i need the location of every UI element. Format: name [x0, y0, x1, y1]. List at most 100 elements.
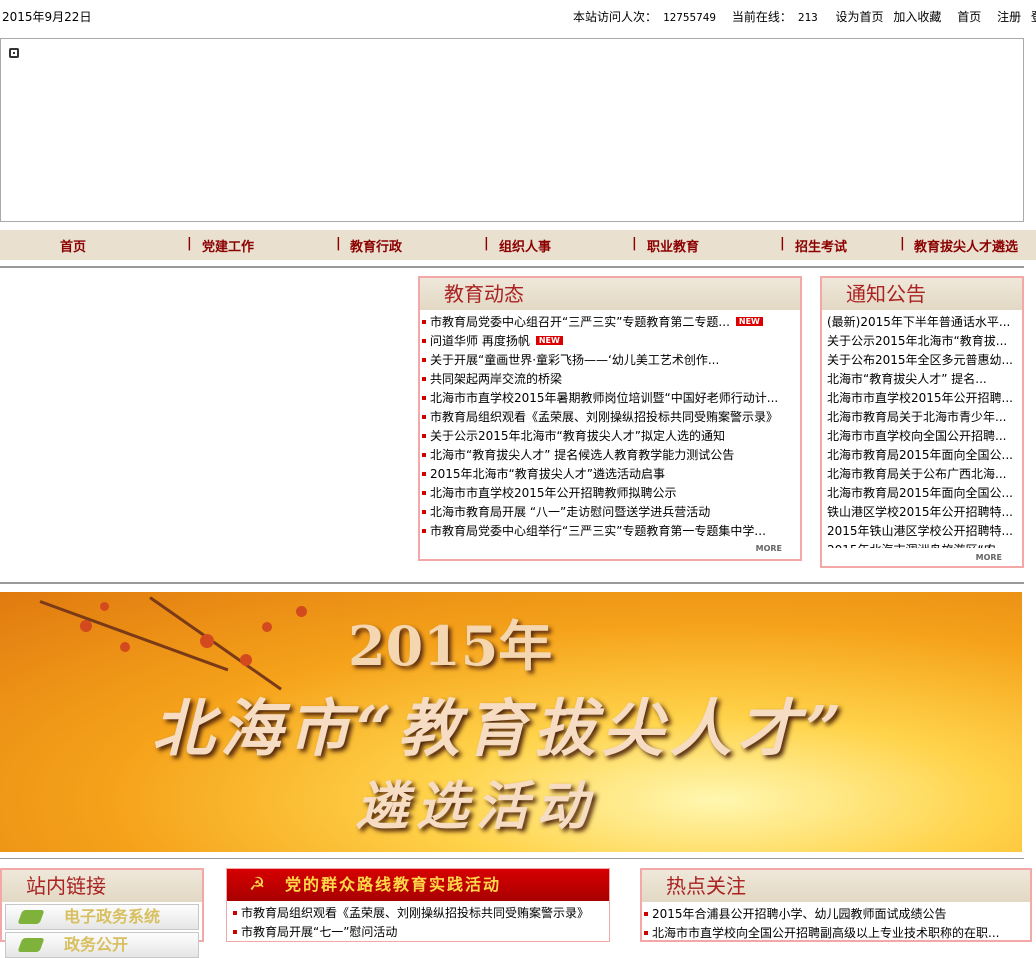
- list-item[interactable]: 北海市教育局开展 “八一”走访慰问暨送学进兵营活动: [422, 503, 800, 522]
- nav-party[interactable]: 党建工作: [202, 236, 254, 255]
- talent-banner[interactable]: 2015年 北海市“教育拔尖人才” 遴选活动: [0, 592, 1022, 852]
- list-item-text: (最新)2015年下半年普通话水平...: [827, 315, 1011, 329]
- divider: [0, 266, 1024, 268]
- nav-separator: |: [484, 236, 489, 251]
- bullet-icon: [422, 509, 426, 514]
- new-badge: NEW: [735, 317, 763, 326]
- list-item[interactable]: 铁山港区学校2015年公开招聘特...: [827, 503, 1022, 522]
- list-item-text: 北海市市直学校2015年公开招聘教师拟聘公示: [430, 486, 677, 500]
- hot-panel: 热点关注 2015年合浦县公开招聘小学、幼儿园教师面试成绩公告 北海市市直学校向全…: [640, 868, 1032, 942]
- list-item[interactable]: 市教育局组织观看《孟荣展、刘刚操纵招投标共同受贿案警示录》: [233, 904, 609, 923]
- bullet-icon: [422, 471, 426, 476]
- bullet-icon: [422, 395, 426, 400]
- list-item[interactable]: 北海市市直学校向全国公开招聘副高级以上专业技术职称的在职...: [644, 924, 1030, 943]
- list-item-text: 市教育局组织观看《孟荣展、刘刚操纵招投标共同受贿案警示录》: [241, 906, 590, 920]
- list-item-text: 市教育局组织观看《孟荣展、刘刚操纵招投标共同受贿案警示录》: [430, 410, 779, 424]
- nav-exam[interactable]: 招生考试: [795, 236, 847, 255]
- egov-button[interactable]: 电子政务系统: [5, 904, 199, 930]
- set-home-link[interactable]: 设为首页: [836, 10, 884, 24]
- list-item[interactable]: 北海市教育局关于北海市青少年...: [827, 408, 1022, 427]
- list-item-text: 关于公布2015年全区多元普惠幼...: [827, 353, 1013, 367]
- list-item[interactable]: 关于开展“童画世界·童彩飞扬——‘幼儿美工艺术创作...: [422, 351, 800, 370]
- gov-open-icon: [17, 938, 45, 952]
- online-label: 当前在线： 213: [732, 10, 824, 24]
- add-favorite-link[interactable]: 加入收藏: [893, 10, 941, 24]
- news-more-link[interactable]: MORE: [756, 544, 782, 553]
- divider: [0, 858, 1024, 859]
- visits-count: 12755749: [663, 11, 716, 24]
- list-item[interactable]: 共同架起两岸交流的桥梁: [422, 370, 800, 389]
- register-link[interactable]: 注册: [997, 10, 1021, 24]
- list-item[interactable]: 市教育局开展“七一”慰问活动: [233, 923, 609, 942]
- bullet-icon: [422, 414, 426, 419]
- news-list: 市教育局党委中心组召开“三严三实”专题教育第二专题... NEW 问道华师 再度扬帆…: [420, 310, 800, 541]
- list-item-text: 北海市市直学校2015年暑期教师岗位培训暨“中国好老师行动计...: [430, 391, 779, 405]
- list-item-text: 北海市市直学校2015年公开招聘...: [827, 391, 1013, 405]
- list-item[interactable]: 北海市市直学校向全国公开招聘...: [827, 427, 1022, 446]
- bullet-icon: [233, 910, 237, 915]
- blossom-decoration: [262, 622, 272, 632]
- news-panel: 教育动态 市教育局党委中心组召开“三严三实”专题教育第二专题... NEW 问道华师…: [418, 276, 802, 561]
- list-item[interactable]: (最新)2015年下半年普通话水平...: [827, 313, 1022, 332]
- bullet-icon: [422, 528, 426, 533]
- list-item[interactable]: 北海市“教育拔尖人才” 提名候选人教育教学能力测试公告: [422, 446, 800, 465]
- list-item[interactable]: 2015年北海市“教育拔尖人才”遴选活动启事: [422, 465, 800, 484]
- bullet-icon: [644, 911, 648, 916]
- list-item[interactable]: 北海市市直学校2015年暑期教师岗位培训暨“中国好老师行动计...: [422, 389, 800, 408]
- list-item-text: 北海市教育局关于公布广西北海...: [827, 467, 1007, 481]
- login-link[interactable]: 登录: [1031, 10, 1036, 24]
- list-item-text: 市教育局开展“七一”慰问活动: [241, 925, 398, 939]
- online-count: 213: [797, 11, 818, 24]
- links-title: 站内链接: [2, 870, 202, 902]
- list-item[interactable]: 关于公示2015年北海市“教育拔...: [827, 332, 1022, 351]
- visits-label: 本站访问人次： 12755749: [573, 10, 722, 24]
- party-title-text: 党的群众路线教育实践活动: [285, 875, 502, 894]
- list-item[interactable]: 关于公示2015年北海市“教育拔尖人才”拟定人选的通知: [422, 427, 800, 446]
- nav-personnel[interactable]: 组织人事: [499, 236, 551, 255]
- list-item[interactable]: 问道华师 再度扬帆 NEW: [422, 332, 800, 351]
- top-bar: 本站访问人次： 12755749 当前在线： 213 设为首页 加入收藏 首页 注册…: [573, 8, 1036, 25]
- list-item[interactable]: 北海市教育局2015年面向全国公...: [827, 484, 1022, 503]
- banner-line1: 北海市“教育拔尖人才”: [152, 692, 848, 765]
- egov-icon: [17, 910, 45, 924]
- nav-separator: |: [780, 236, 785, 251]
- nav-separator: |: [632, 236, 637, 251]
- list-item[interactable]: 市教育局党委中心组召开“三严三实”专题教育第二专题... NEW: [422, 313, 800, 332]
- list-item[interactable]: 2015年铁山港区学校公开招聘特...: [827, 522, 1022, 541]
- list-item[interactable]: 北海市教育局2015年面向全国公...: [827, 446, 1022, 465]
- banner-line2: 遴选活动: [356, 776, 597, 837]
- blossom-decoration: [200, 634, 214, 648]
- nav-talent[interactable]: 教育拔尖人才遴选: [914, 236, 1018, 255]
- list-item[interactable]: 市教育局组织观看《孟荣展、刘刚操纵招投标共同受贿案警示录》: [422, 408, 800, 427]
- list-item-text: 北海市市直学校向全国公开招聘副高级以上专业技术职称的在职...: [652, 926, 1000, 940]
- list-item[interactable]: 关于公布2015年全区多元普惠幼...: [827, 351, 1022, 370]
- gov-open-button[interactable]: 政务公开: [5, 932, 199, 958]
- list-item[interactable]: 北海市“教育拔尖人才” 提名...: [827, 370, 1022, 389]
- bullet-icon: [644, 930, 648, 935]
- list-item[interactable]: 北海市市直学校2015年公开招聘...: [827, 389, 1022, 408]
- nav-admin[interactable]: 教育行政: [350, 236, 402, 255]
- list-item-text: 市教育局党委中心组召开“三严三实”专题教育第二专题...: [430, 315, 730, 329]
- flash-area: [0, 38, 1024, 222]
- blossom-decoration: [296, 606, 307, 617]
- list-item[interactable]: 2015年北海市涠洲岛旅游区“农...: [827, 541, 1022, 548]
- list-item[interactable]: 2015年合浦县公开招聘小学、幼儿园教师面试成绩公告: [644, 905, 1030, 924]
- list-item[interactable]: 北海市教育局关于公布广西北海...: [827, 465, 1022, 484]
- visits-label-text: 本站访问人次：: [573, 10, 658, 24]
- nav-vocational[interactable]: 职业教育: [647, 236, 699, 255]
- nav-separator: |: [187, 236, 192, 251]
- home-link[interactable]: 首页: [957, 10, 981, 24]
- divider: [0, 582, 1024, 584]
- list-item-text: 关于公示2015年北海市“教育拔...: [827, 334, 1008, 348]
- bullet-icon: [422, 357, 426, 362]
- blossom-decoration: [240, 654, 252, 666]
- party-emblem-icon: ☭: [249, 874, 268, 895]
- main-nav: 首页 | 党建工作 | 教育行政 | 组织人事 | 职业教育 | 招生考试 | …: [0, 230, 1036, 260]
- list-item[interactable]: 市教育局党委中心组举行“三严三实”专题教育第一专题集中学...: [422, 522, 800, 541]
- list-item[interactable]: 北海市市直学校2015年公开招聘教师拟聘公示: [422, 484, 800, 503]
- notice-more-link[interactable]: MORE: [976, 553, 1002, 562]
- links-panel: 站内链接 电子政务系统 政务公开: [0, 868, 204, 958]
- party-list: 市教育局组织观看《孟荣展、刘刚操纵招投标共同受贿案警示录》 市教育局开展“七一”慰…: [227, 901, 609, 942]
- current-date: 2015年9月22日: [2, 10, 92, 24]
- nav-home[interactable]: 首页: [60, 236, 86, 255]
